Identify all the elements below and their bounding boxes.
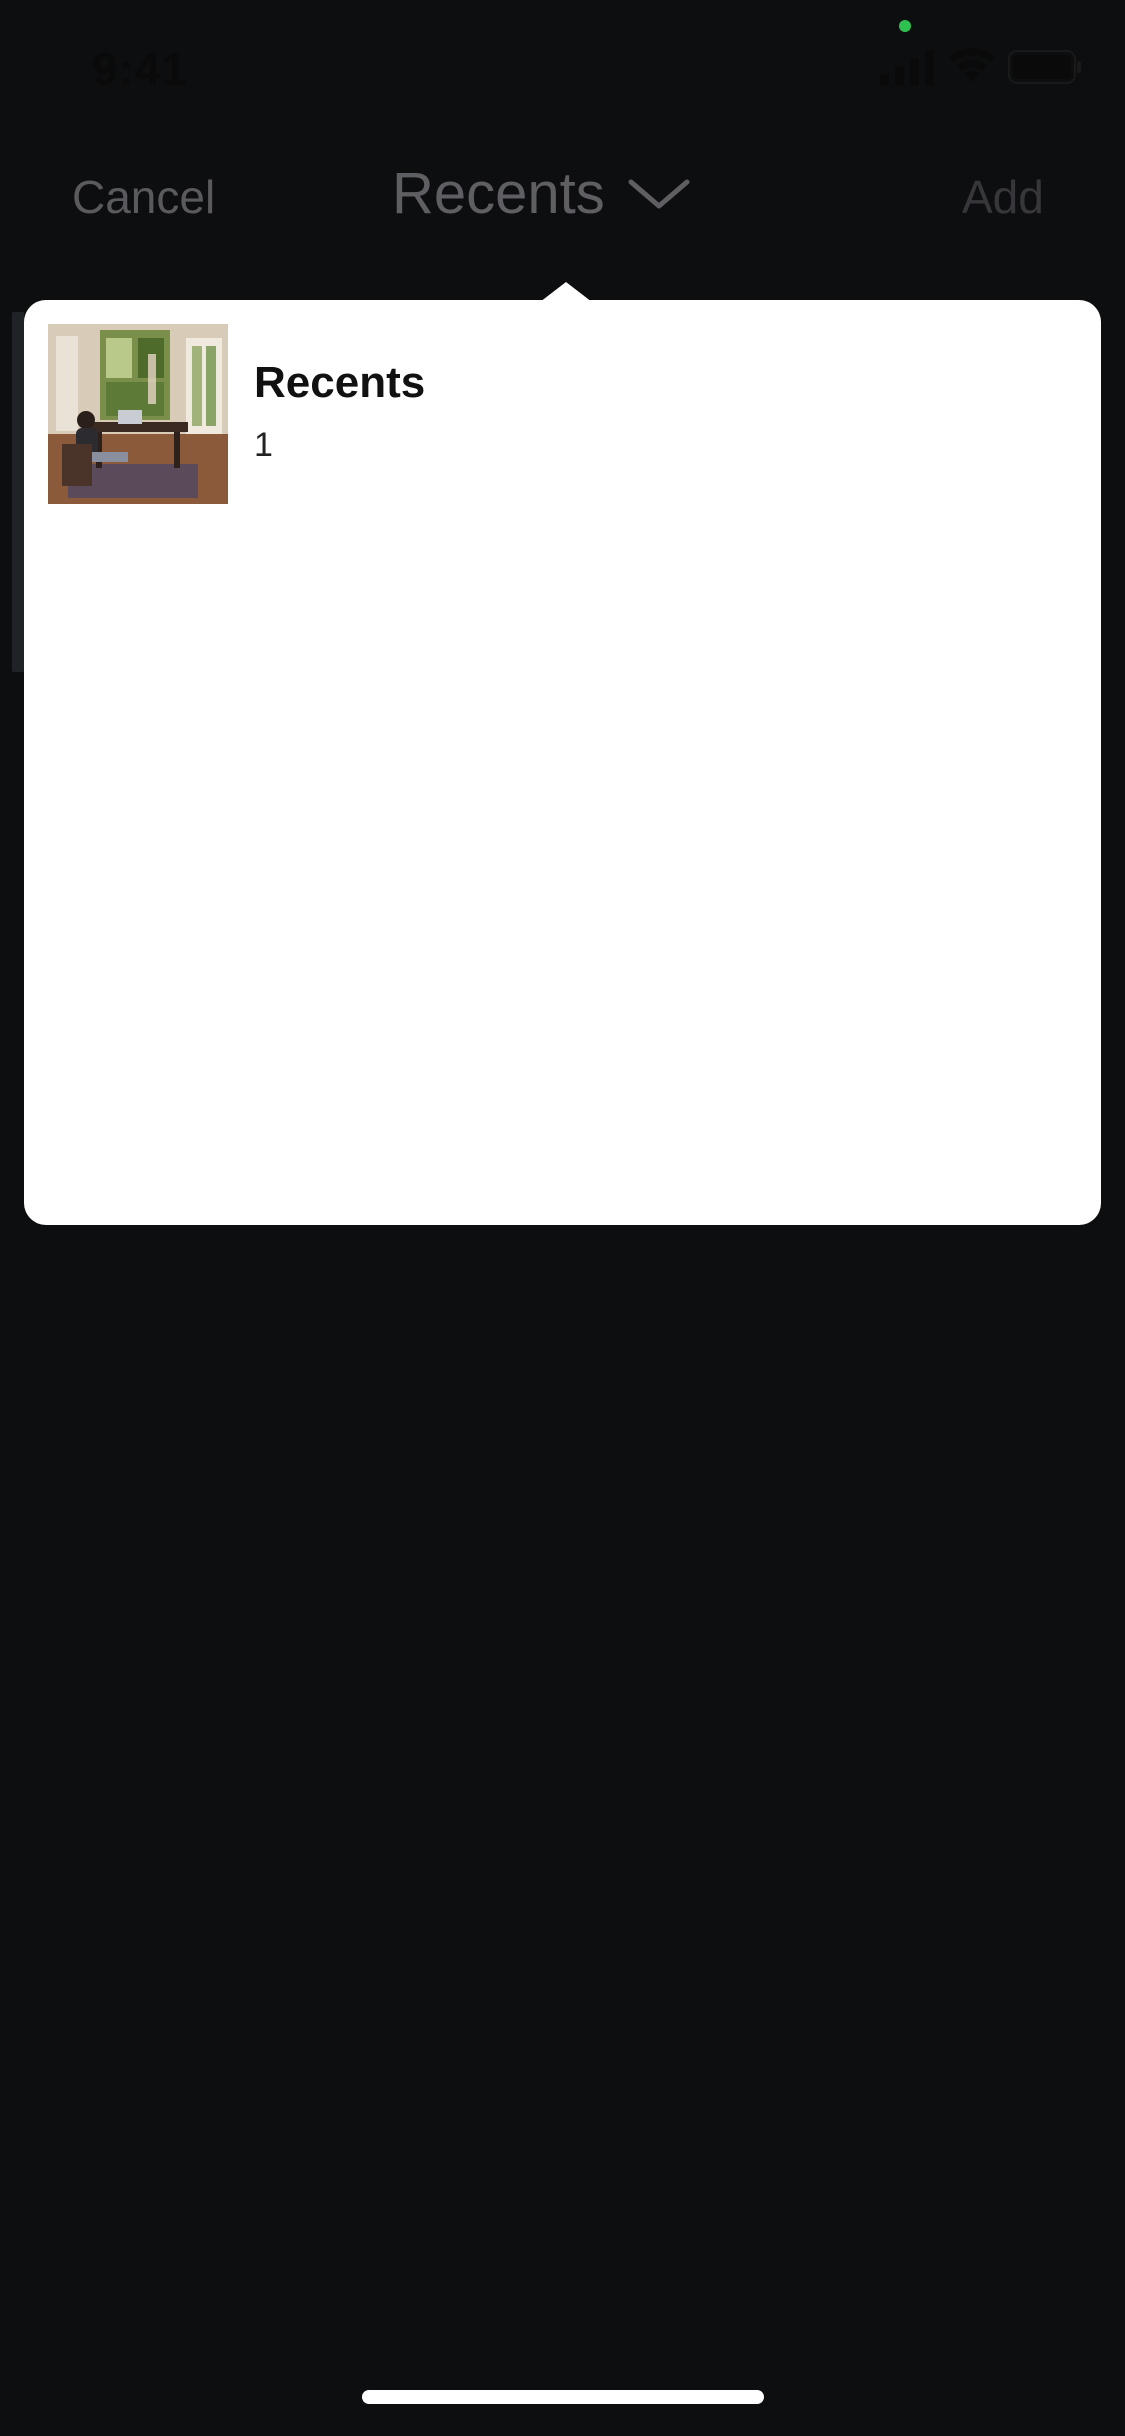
album-list-popover: Recents 1 [24,300,1101,1225]
popover-arrow [540,282,592,302]
album-selector-button[interactable]: Recents [392,160,691,227]
cancel-button[interactable]: Cancel [72,170,215,224]
album-list-item[interactable]: Recents 1 [48,324,1078,504]
privacy-indicator-dot [899,20,911,32]
cellular-signal-icon [880,50,934,86]
photo-thumbnail-icon [48,324,228,504]
background-grid-edge [12,312,24,672]
photo-picker-screen: 9:41 Cancel Recents Add Recents 1 [0,0,1125,2436]
chevron-down-icon [628,179,690,208]
wifi-icon [949,48,995,82]
album-count: 1 [254,426,273,464]
album-name: Recents [254,358,426,407]
battery-icon [1008,50,1081,84]
navigation-bar: Cancel Recents Add [0,150,1125,260]
add-button[interactable]: Add [962,170,1044,224]
home-indicator[interactable] [362,2390,764,2404]
nav-title: Recents [392,161,605,226]
status-time: 9:41 [92,43,189,95]
status-bar: 9:41 [0,0,1125,135]
